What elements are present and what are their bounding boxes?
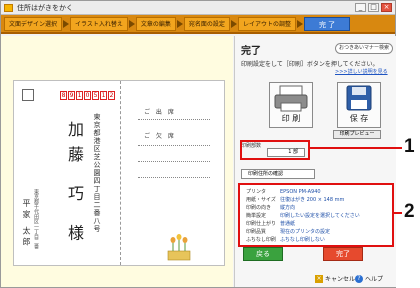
zip-code-boxes: 8 9 1 0 5 1 2 xyxy=(60,91,115,100)
recipient-address: 東京都港区芝公園四丁目二番八号 xyxy=(93,113,101,233)
zip-digit: 2 xyxy=(108,91,115,100)
cancel-link[interactable]: × キャンセル xyxy=(315,274,355,283)
callout-number-1: 1 xyxy=(404,136,415,157)
save-button[interactable]: 保 存 xyxy=(337,82,381,128)
address-side: 8 9 1 0 5 1 2 東京都港区芝公園四丁目二番八号 加藤 巧 様 東京都… xyxy=(14,81,120,265)
window-title: 住所はがきをかく xyxy=(17,4,73,12)
print-preview-button[interactable]: 印刷プレビュー xyxy=(333,130,381,139)
callout-line-2 xyxy=(392,212,402,214)
zip-digit: 1 xyxy=(76,91,83,100)
instruction-text: 印刷設定をして［印刷］ボタンを押してください。 xyxy=(241,61,379,68)
app-icon xyxy=(4,4,13,12)
postcard-preview: 8 9 1 0 5 1 2 東京都港区芝公園四丁目二番八号 加藤 巧 様 東京都… xyxy=(13,80,225,266)
step-finish[interactable]: 完 了 xyxy=(303,16,351,31)
stamp-box xyxy=(22,89,34,101)
highlight-box-1 xyxy=(240,140,310,160)
step-design-select[interactable]: 文面デザイン選択 xyxy=(4,16,70,31)
sender-name: 平家 太郎 xyxy=(22,199,31,249)
cancel-label: キャンセル xyxy=(325,276,356,283)
address-list-button[interactable]: 印刷住所の確認 xyxy=(241,169,315,179)
settings-pane: 完了 おつきあいマナー検索 印刷設定をして［印刷］ボタンを押してください。 >>… xyxy=(234,36,396,287)
minimize-button[interactable]: _ xyxy=(355,3,366,12)
reply-line xyxy=(138,161,210,162)
printer-icon xyxy=(274,85,308,112)
page-title: 完了 xyxy=(241,46,261,57)
floppy-disk-icon xyxy=(346,85,372,111)
reply-line xyxy=(138,177,210,178)
finish-button[interactable]: 完了 xyxy=(323,247,363,261)
back-button[interactable]: 戻る xyxy=(243,247,283,261)
zip-digit: 9 xyxy=(68,91,75,100)
reply-attend: ご 出 席 xyxy=(144,109,176,116)
help-link[interactable]: ? ヘルプ xyxy=(355,274,383,283)
sender-address: 東京都千代田区一丁目二番 xyxy=(33,189,39,249)
zip-digit: 0 xyxy=(84,91,91,100)
print-button[interactable]: 印 刷 xyxy=(269,82,313,128)
title-bar: 住所はがきをかく _ □ × xyxy=(1,1,395,15)
reply-absent: ご 欠 席 xyxy=(144,133,176,140)
window-controls: _ □ × xyxy=(355,3,392,12)
reply-line xyxy=(138,145,210,146)
close-button[interactable]: × xyxy=(381,3,392,12)
save-button-label: 保 存 xyxy=(349,114,369,123)
callout-number-2: 2 xyxy=(404,201,415,222)
step-illustration[interactable]: イラスト入れ替え xyxy=(70,16,135,31)
callout-line-1 xyxy=(310,147,402,149)
card-preview-pane: 8 9 1 0 5 1 2 東京都港区芝公園四丁目二番八号 加藤 巧 様 東京都… xyxy=(1,36,233,287)
close-icon: × xyxy=(315,274,323,283)
detail-link[interactable]: >>>詳しい説明を見る xyxy=(335,68,388,75)
zip-digit: 1 xyxy=(100,91,107,100)
wizard-steps: 文面デザイン選択 イラスト入れ替え 文章の編集 宛名面の設定 レイアウトの調整 … xyxy=(1,15,395,34)
maximize-button[interactable]: □ xyxy=(368,3,379,12)
app-window: 住所はがきをかく _ □ × 文面デザイン選択 イラスト入れ替え 文章の編集 宛… xyxy=(0,0,396,288)
highlight-box-2 xyxy=(238,183,394,247)
help-icon: ? xyxy=(355,274,363,283)
tulip-illustration xyxy=(167,234,191,261)
zip-digit: 5 xyxy=(92,91,99,100)
step-address-settings[interactable]: 宛名面の設定 xyxy=(183,16,237,31)
step-text-edit[interactable]: 文章の編集 xyxy=(135,16,183,31)
zip-digit: 8 xyxy=(60,91,67,100)
manner-search-button[interactable]: おつきあいマナー検索 xyxy=(335,43,393,54)
help-label: ヘルプ xyxy=(365,276,384,283)
reply-line xyxy=(138,119,210,120)
card-fold-line xyxy=(120,81,121,265)
print-button-label: 印 刷 xyxy=(281,114,301,123)
recipient-name: 加藤 巧 様 xyxy=(65,121,84,250)
step-layout-adjust[interactable]: レイアウトの調整 xyxy=(237,16,303,31)
